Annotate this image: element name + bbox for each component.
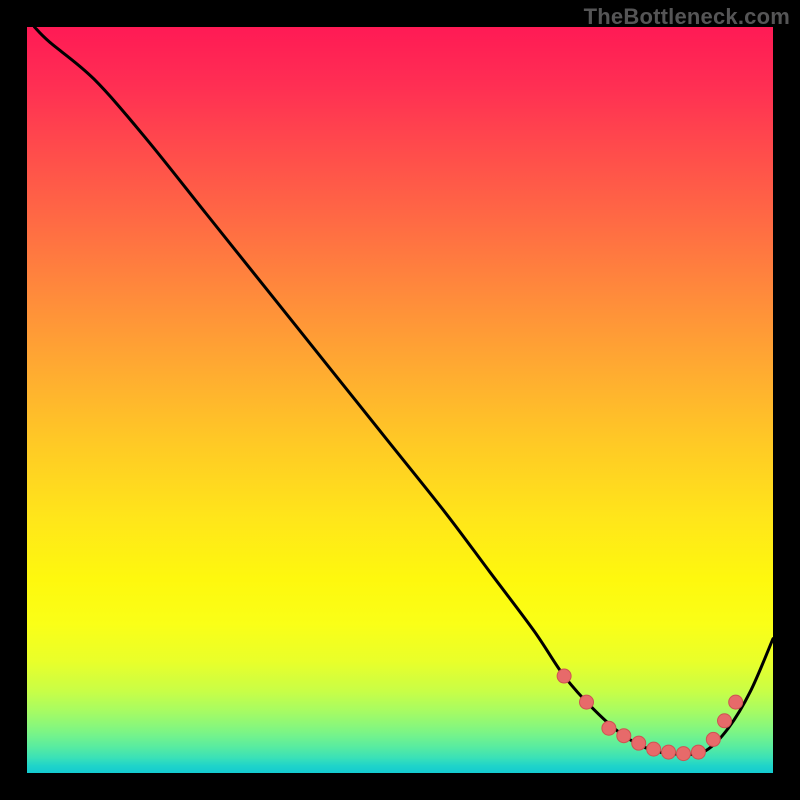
data-marker — [676, 747, 690, 761]
data-marker — [729, 695, 743, 709]
curve-layer — [27, 27, 773, 773]
data-marker — [662, 745, 676, 759]
chart-frame: TheBottleneck.com — [0, 0, 800, 800]
data-marker — [691, 745, 705, 759]
data-markers — [557, 669, 743, 761]
watermark-text: TheBottleneck.com — [584, 4, 790, 30]
data-marker — [557, 669, 571, 683]
data-marker — [617, 729, 631, 743]
data-marker — [602, 721, 616, 735]
data-marker — [580, 695, 594, 709]
plot-area — [27, 27, 773, 773]
data-marker — [647, 742, 661, 756]
data-marker — [706, 732, 720, 746]
data-marker — [718, 714, 732, 728]
data-marker — [632, 736, 646, 750]
bottleneck-curve — [34, 27, 773, 754]
